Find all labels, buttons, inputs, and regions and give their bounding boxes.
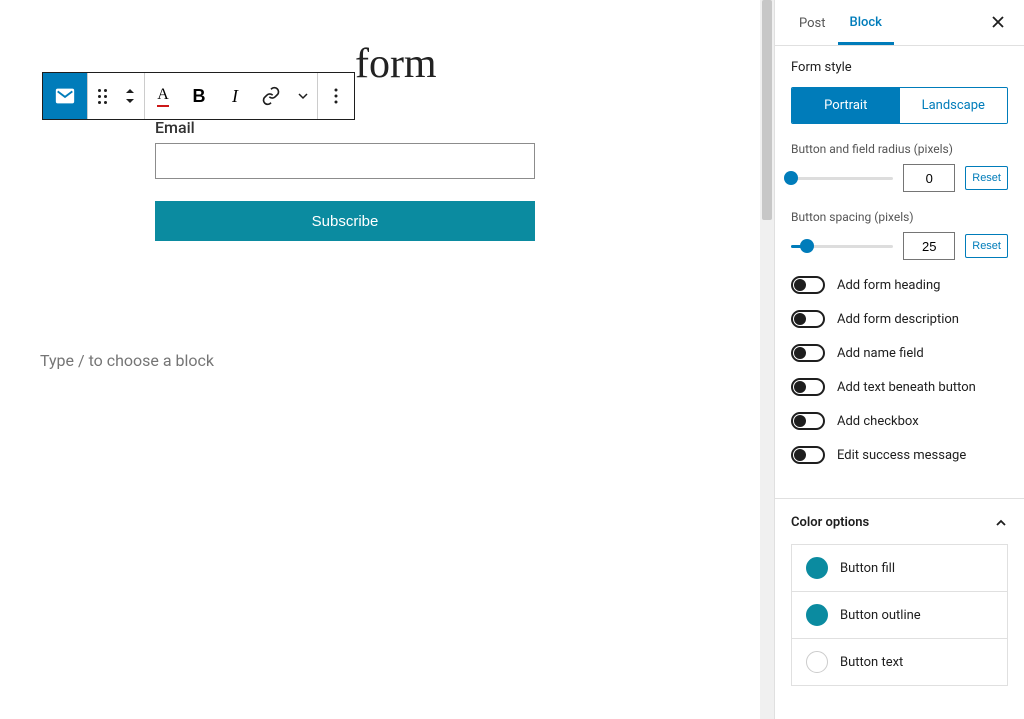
email-field[interactable]	[155, 143, 535, 179]
move-updown-button[interactable]	[116, 73, 144, 119]
toggle-add-heading[interactable]	[791, 276, 825, 294]
color-options-title: Color options	[791, 515, 869, 530]
form-style-title: Form style	[791, 60, 1008, 75]
block-inserter-placeholder[interactable]: Type / to choose a block	[40, 351, 720, 370]
more-rich-button[interactable]	[289, 73, 317, 119]
sidebar-tabs: Post Block	[775, 0, 1024, 46]
color-item-label: Button fill	[840, 561, 895, 576]
bold-icon: B	[193, 86, 206, 107]
spacing-input[interactable]	[903, 232, 955, 260]
signup-form-block[interactable]: Email Subscribe	[155, 118, 535, 241]
link-button[interactable]	[253, 73, 289, 119]
radius-slider[interactable]	[791, 177, 893, 180]
block-toolbar: A B I	[42, 72, 355, 120]
toggle-label: Add checkbox	[837, 414, 919, 429]
swatch-icon	[806, 557, 828, 579]
spacing-reset-button[interactable]: Reset	[965, 234, 1008, 258]
toggle-label: Add name field	[837, 346, 924, 361]
color-item-button-outline[interactable]: Button outline	[792, 592, 1007, 639]
block-type-button[interactable]	[43, 73, 87, 119]
radius-reset-button[interactable]: Reset	[965, 166, 1008, 190]
spacing-slider[interactable]	[791, 245, 893, 248]
sidebar-scrollbar[interactable]	[760, 0, 774, 719]
radius-input[interactable]	[903, 164, 955, 192]
toggle-label: Add form heading	[837, 278, 940, 293]
chevron-up-icon	[994, 516, 1008, 530]
subscribe-button[interactable]: Subscribe	[155, 201, 535, 241]
style-landscape-button[interactable]: Landscape	[900, 88, 1008, 123]
toggle-text-beneath-button[interactable]	[791, 378, 825, 396]
color-item-label: Button text	[840, 655, 903, 670]
editor-canvas[interactable]: Newsletter signup form A B I	[0, 0, 760, 719]
spacing-label: Button spacing (pixels)	[791, 210, 1008, 224]
form-style-panel: Form style Portrait Landscape Button and…	[775, 46, 1024, 499]
settings-sidebar: Post Block Form style Portrait Landscape…	[774, 0, 1024, 719]
color-item-label: Button outline	[840, 608, 921, 623]
toggle-label: Add text beneath button	[837, 380, 976, 395]
italic-button[interactable]: I	[217, 73, 253, 119]
swatch-icon	[806, 604, 828, 626]
toggle-edit-success-message[interactable]	[791, 446, 825, 464]
italic-icon: I	[232, 86, 238, 107]
color-item-button-text[interactable]: Button text	[792, 639, 1007, 685]
tab-post[interactable]: Post	[787, 2, 838, 43]
toggle-label: Add form description	[837, 312, 959, 327]
toggle-add-name-field[interactable]	[791, 344, 825, 362]
toggle-add-checkbox[interactable]	[791, 412, 825, 430]
more-options-button[interactable]	[318, 73, 354, 119]
style-portrait-button[interactable]: Portrait	[792, 88, 900, 123]
close-sidebar-button[interactable]	[984, 9, 1012, 37]
text-color-button[interactable]: A	[145, 73, 181, 119]
swatch-icon	[806, 651, 828, 673]
toggle-label: Edit success message	[837, 448, 966, 463]
email-label: Email	[155, 118, 535, 137]
scrollbar-thumb[interactable]	[762, 0, 772, 220]
form-style-toggle: Portrait Landscape	[791, 87, 1008, 124]
drag-icon	[98, 89, 107, 104]
drag-handle[interactable]	[88, 73, 116, 119]
tab-block[interactable]: Block	[838, 1, 894, 45]
radius-label: Button and field radius (pixels)	[791, 142, 1008, 156]
text-color-icon: A	[157, 86, 169, 107]
color-options-header[interactable]: Color options	[791, 515, 1008, 530]
toggle-add-description[interactable]	[791, 310, 825, 328]
color-options-panel: Color options Button fill Button outline…	[775, 499, 1024, 702]
color-item-button-fill[interactable]: Button fill	[792, 545, 1007, 592]
bold-button[interactable]: B	[181, 73, 217, 119]
